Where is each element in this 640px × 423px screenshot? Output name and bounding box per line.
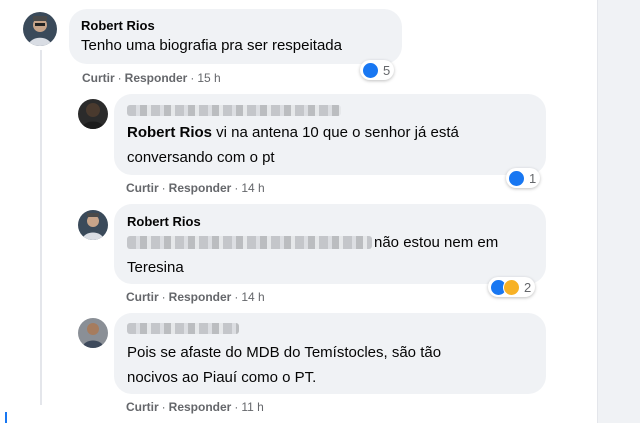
thread-line (40, 50, 42, 405)
avatar[interactable] (78, 210, 108, 240)
haha-icon (503, 278, 520, 296)
scroll-indicator (5, 412, 7, 423)
reaction-count[interactable]: 1 (506, 168, 541, 188)
avatar[interactable] (78, 99, 108, 129)
timestamp[interactable]: 14 h (241, 181, 264, 195)
comment-author[interactable]: Robert Rios (81, 18, 155, 33)
comment-text: não estou nem em (374, 234, 499, 251)
blurred-author (127, 323, 239, 334)
like-button[interactable]: Curtir (126, 400, 159, 414)
like-icon (362, 61, 379, 79)
blurred-text (127, 236, 372, 249)
like-icon (508, 169, 525, 187)
right-side-panel (597, 0, 640, 423)
reply-button[interactable]: Responder (169, 290, 232, 304)
comment-actions: Curtir · Responder · 14 h (126, 181, 265, 195)
comment-author[interactable]: Robert Rios (127, 214, 201, 229)
like-button[interactable]: Curtir (82, 71, 115, 85)
comment-text: Tenho uma biografia pra ser respeitada (81, 37, 342, 54)
reaction-count[interactable]: 2 (488, 277, 536, 297)
mention[interactable]: Robert Rios (127, 124, 212, 141)
timestamp[interactable]: 14 h (241, 290, 264, 304)
comment-actions: Curtir · Responder · 11 h (126, 400, 264, 414)
comment-text: Pois se afaste do MDB do Temístocles, sã… (127, 344, 442, 386)
comment-text-continued: Teresina (127, 259, 184, 276)
reply-button[interactable]: Responder (125, 71, 188, 85)
like-button[interactable]: Curtir (126, 290, 159, 304)
reaction-count[interactable]: 5 (360, 60, 395, 80)
comment-text: Robert Rios vi na antena 10 que o senhor… (127, 124, 459, 166)
avatar[interactable] (78, 318, 108, 348)
reply-button[interactable]: Responder (169, 400, 232, 414)
blurred-author (127, 105, 341, 116)
comment-actions: Curtir · Responder · 14 h (126, 290, 265, 304)
timestamp[interactable]: 11 h (241, 400, 263, 414)
timestamp[interactable]: 15 h (197, 71, 220, 85)
like-button[interactable]: Curtir (126, 181, 159, 195)
reply-button[interactable]: Responder (169, 181, 232, 195)
comment-actions: Curtir · Responder · 15 h (82, 71, 221, 85)
avatar[interactable] (23, 12, 57, 46)
